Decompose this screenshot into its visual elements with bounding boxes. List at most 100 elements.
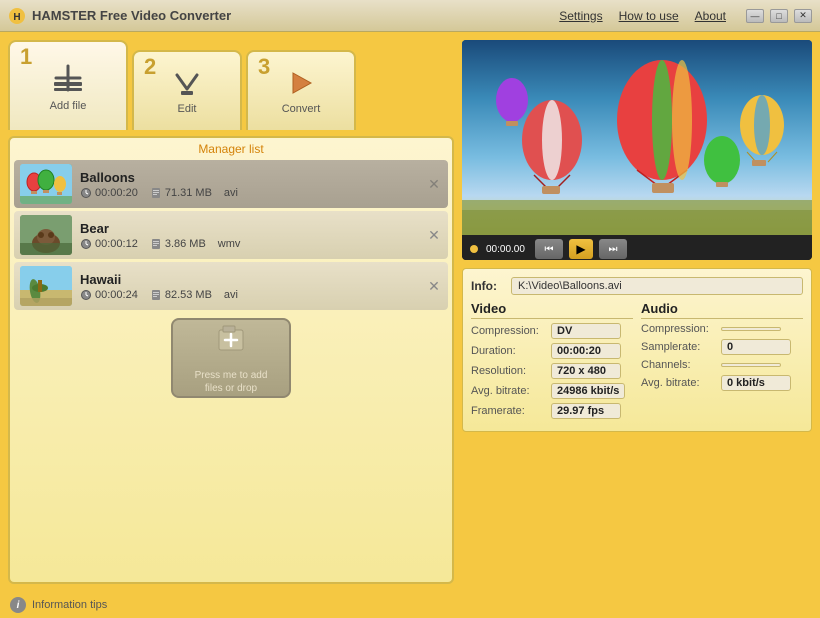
titlebar: H HAMSTER Free Video Converter Settings … bbox=[0, 0, 820, 32]
skip-back-button[interactable]: ⏮ bbox=[535, 239, 563, 259]
framerate-field: Framerate: 29.97 fps bbox=[471, 403, 633, 419]
file-meta-balloons: 00:00:20 71.31 MB avi bbox=[80, 187, 418, 199]
video-controls: 00:00.00 ⏮ ▶ ⏭ bbox=[462, 235, 812, 260]
about-link[interactable]: About bbox=[695, 9, 726, 23]
info-panel: Info: K:\Video\Balloons.avi Video Compre… bbox=[462, 268, 812, 432]
step-2-label: Edit bbox=[178, 103, 197, 115]
format-bear: wmv bbox=[218, 238, 241, 250]
right-panel: 00:00.00 ⏮ ▶ ⏭ Info: K:\Video\Balloons.a… bbox=[462, 40, 812, 584]
thumb-bear bbox=[20, 215, 72, 255]
avg-bitrate-value: 24986 kbit/s bbox=[551, 383, 625, 399]
resolution-label: Resolution: bbox=[471, 365, 551, 377]
audio-info-col: Audio Compression: Samplerate: 0 Channel… bbox=[641, 301, 803, 423]
size-hawaii: 82.53 MB bbox=[150, 289, 212, 301]
window-controls: — □ ✕ bbox=[746, 9, 812, 23]
play-button[interactable]: ▶ bbox=[569, 239, 593, 259]
step-3-convert[interactable]: 3 Convert bbox=[246, 50, 356, 130]
framerate-value: 29.97 fps bbox=[551, 403, 621, 419]
file-name-balloons: Balloons bbox=[80, 170, 418, 185]
size-bear: 3.86 MB bbox=[150, 238, 206, 250]
video-compression-field: Compression: DV bbox=[471, 323, 633, 339]
step-1-label: Add file bbox=[50, 100, 87, 112]
info-icon: i bbox=[10, 597, 26, 613]
thumb-hawaii bbox=[20, 266, 72, 306]
add-file-icon bbox=[50, 60, 86, 96]
audio-header: Audio bbox=[641, 301, 803, 319]
samplerate-value: 0 bbox=[721, 339, 791, 355]
manager-title: Manager list bbox=[14, 142, 448, 156]
framerate-label: Framerate: bbox=[471, 405, 551, 417]
format-balloons: avi bbox=[224, 187, 238, 199]
duration-balloons: 00:00:20 bbox=[80, 187, 138, 199]
step-3-number: 3 bbox=[258, 56, 270, 78]
minimize-button[interactable]: — bbox=[746, 9, 764, 23]
channels-value bbox=[721, 363, 781, 367]
channels-label: Channels: bbox=[641, 359, 721, 371]
info-path-row: Info: K:\Video\Balloons.avi bbox=[471, 277, 803, 295]
main-content: 1 Add file 2 bbox=[0, 32, 820, 592]
samplerate-field: Samplerate: 0 bbox=[641, 339, 803, 355]
avg-bitrate-label: Avg. bitrate: bbox=[471, 385, 551, 397]
format-hawaii: avi bbox=[224, 289, 238, 301]
video-header: Video bbox=[471, 301, 633, 319]
manager-section: Manager list bbox=[8, 136, 454, 584]
step-2-edit[interactable]: 2 Edit bbox=[132, 50, 242, 130]
edit-icon bbox=[171, 67, 203, 99]
audio-bitrate-label: Avg. bitrate: bbox=[641, 377, 721, 389]
size-balloons: 71.31 MB bbox=[150, 187, 212, 199]
video-player: 00:00.00 ⏮ ▶ ⏭ bbox=[462, 40, 812, 260]
audio-bitrate-value: 0 kbit/s bbox=[721, 375, 791, 391]
settings-link[interactable]: Settings bbox=[559, 9, 602, 23]
info-tip: Information tips bbox=[32, 599, 107, 611]
file-name-bear: Bear bbox=[80, 221, 418, 236]
video-preview bbox=[462, 40, 812, 235]
duration-value: 00:00:20 bbox=[551, 343, 621, 359]
time-display: 00:00.00 bbox=[486, 244, 525, 255]
file-info-bear: Bear 00:00:12 3.86 MB wmv bbox=[80, 221, 418, 250]
duration-hawaii: 00:00:24 bbox=[80, 289, 138, 301]
audio-compression-label: Compression: bbox=[641, 323, 721, 335]
step-3-label: Convert bbox=[282, 103, 321, 115]
file-name-hawaii: Hawaii bbox=[80, 272, 418, 287]
file-item-balloons[interactable]: Balloons 00:00:20 71.31 MB avi bbox=[14, 160, 448, 208]
svg-text:H: H bbox=[13, 12, 20, 23]
resolution-value: 720 x 480 bbox=[551, 363, 621, 379]
audio-compression-field: Compression: bbox=[641, 323, 803, 335]
add-files-icon bbox=[213, 322, 249, 365]
file-meta-hawaii: 00:00:24 82.53 MB avi bbox=[80, 289, 418, 301]
duration-bear: 00:00:12 bbox=[80, 238, 138, 250]
maximize-button[interactable]: □ bbox=[770, 9, 788, 23]
convert-icon bbox=[285, 67, 317, 99]
progress-indicator bbox=[470, 245, 478, 253]
step-1-add-file[interactable]: 1 Add file bbox=[8, 40, 128, 130]
left-panel: 1 Add file 2 bbox=[8, 40, 454, 584]
add-files-button[interactable]: Press me to addfiles or drop bbox=[171, 318, 291, 398]
file-list: Balloons 00:00:20 71.31 MB avi bbox=[14, 160, 448, 310]
compression-value: DV bbox=[551, 323, 621, 339]
how-to-use-link[interactable]: How to use bbox=[619, 9, 679, 23]
skip-forward-button[interactable]: ⏭ bbox=[599, 239, 627, 259]
avg-bitrate-field: Avg. bitrate: 24986 kbit/s bbox=[471, 383, 633, 399]
info-columns: Video Compression: DV Duration: 00:00:20… bbox=[471, 301, 803, 423]
thumb-balloons bbox=[20, 164, 72, 204]
close-bear[interactable]: ✕ bbox=[426, 227, 442, 243]
step-1-number: 1 bbox=[20, 46, 32, 68]
video-info-col: Video Compression: DV Duration: 00:00:20… bbox=[471, 301, 633, 423]
close-balloons[interactable]: ✕ bbox=[426, 176, 442, 192]
duration-field: Duration: 00:00:20 bbox=[471, 343, 633, 359]
samplerate-label: Samplerate: bbox=[641, 341, 721, 353]
file-info-hawaii: Hawaii 00:00:24 82.53 MB avi bbox=[80, 272, 418, 301]
titlebar-nav: Settings How to use About bbox=[559, 9, 726, 23]
step-2-number: 2 bbox=[144, 56, 156, 78]
audio-compression-value bbox=[721, 327, 781, 331]
app-title: HAMSTER Free Video Converter bbox=[32, 8, 559, 23]
compression-label: Compression: bbox=[471, 325, 551, 337]
resolution-field: Resolution: 720 x 480 bbox=[471, 363, 633, 379]
close-hawaii[interactable]: ✕ bbox=[426, 278, 442, 294]
file-info-balloons: Balloons 00:00:20 71.31 MB avi bbox=[80, 170, 418, 199]
file-item-bear[interactable]: Bear 00:00:12 3.86 MB wmv bbox=[14, 211, 448, 259]
close-button[interactable]: ✕ bbox=[794, 9, 812, 23]
info-label: Info: bbox=[471, 279, 511, 293]
file-meta-bear: 00:00:12 3.86 MB wmv bbox=[80, 238, 418, 250]
file-item-hawaii[interactable]: Hawaii 00:00:24 82.53 MB avi bbox=[14, 262, 448, 310]
